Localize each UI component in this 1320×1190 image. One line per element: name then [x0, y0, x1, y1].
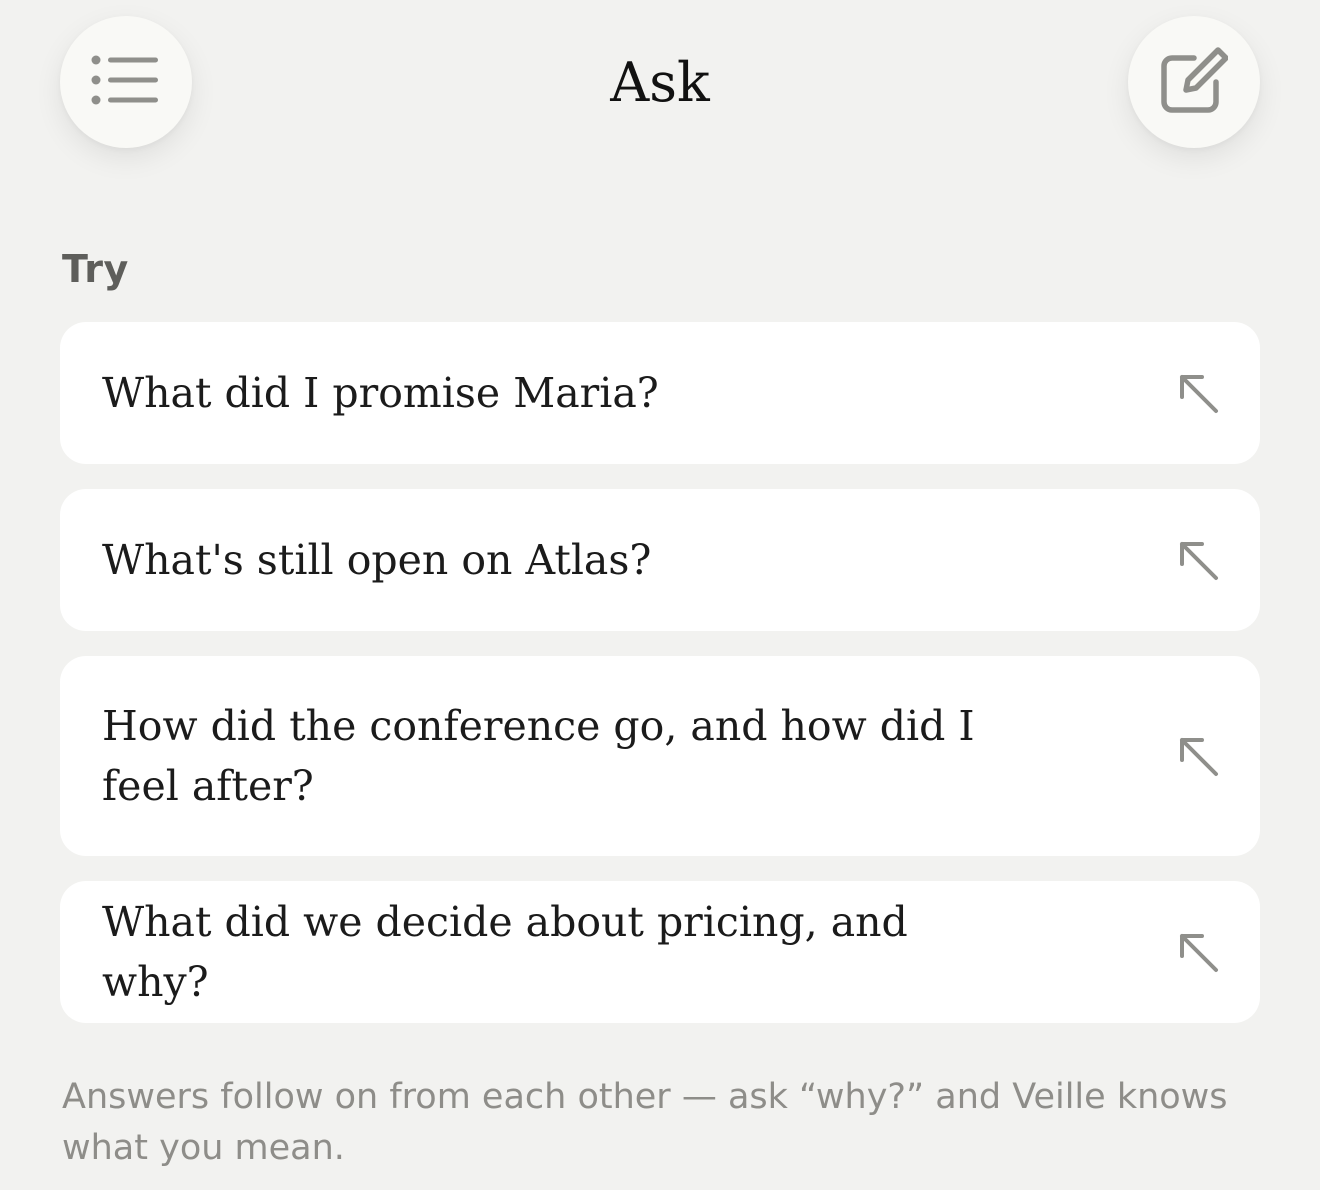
suggestion-text: What did I promise Maria? [102, 369, 659, 417]
page-title: Ask [610, 51, 710, 114]
arrow-up-left-icon [1180, 934, 1218, 972]
suggestion-card[interactable]: How did the conference go, and how did I… [60, 656, 1260, 856]
suggestion-text: How did the conference go, and how did I… [102, 702, 975, 810]
compose-icon [1160, 46, 1228, 118]
suggestion-card[interactable]: What did we decide about pricing, and wh… [60, 881, 1260, 1023]
try-section-label: Try [62, 247, 129, 291]
compose-button[interactable] [1128, 16, 1260, 148]
suggestion-text: What did we decide about pricing, and wh… [102, 898, 908, 1006]
footer-note: Answers follow on from each other — ask … [62, 1077, 1228, 1168]
arrow-up-left-icon [1180, 738, 1218, 776]
arrow-up-left-icon [1180, 375, 1218, 413]
suggestion-card[interactable]: What did I promise Maria? [60, 322, 1260, 464]
suggestion-card[interactable]: What's still open on Atlas? [60, 489, 1260, 631]
suggestion-text: What's still open on Atlas? [102, 536, 652, 584]
arrow-up-left-icon [1180, 542, 1218, 580]
